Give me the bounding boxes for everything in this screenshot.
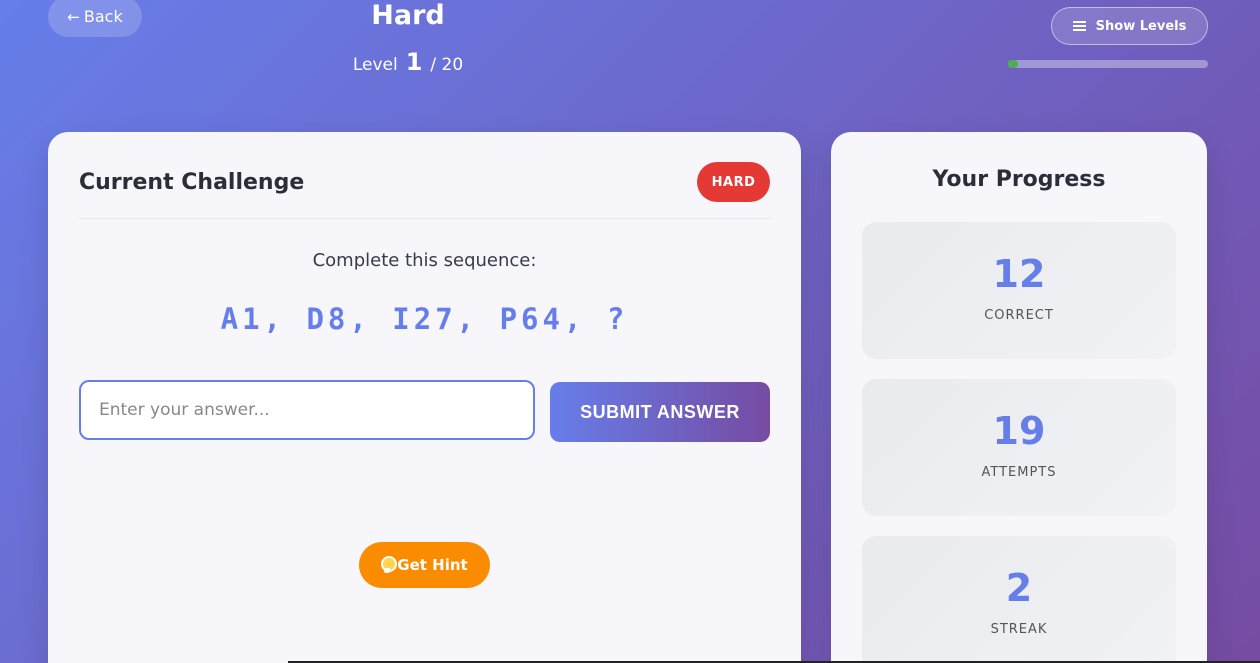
back-label: Back [83,7,123,26]
level-indicator: Level 1 / 20 [308,48,508,76]
list-icon [1072,21,1086,31]
stat-streak: 2 STREAK [862,536,1176,663]
answer-input[interactable] [79,380,535,440]
get-hint-button[interactable]: Get Hint [359,542,490,588]
level-header: Hard Level 1 / 20 [308,0,508,76]
stat-label: CORRECT [984,308,1054,323]
level-progress-bar [1008,60,1208,68]
progress-title: Your Progress [932,167,1106,192]
hint-label: Get Hint [397,556,468,574]
show-levels-button[interactable]: Show Levels [1051,7,1208,45]
difficulty-badge: HARD [697,162,770,202]
challenge-title: Current Challenge [79,170,305,195]
challenge-prompt: Complete this sequence: [312,250,537,271]
difficulty-title: Hard [371,0,445,31]
stat-value: 2 [1005,566,1033,610]
stat-label: STREAK [990,622,1048,637]
level-current: 1 [405,48,423,76]
stat-attempts: 19 ATTEMPTS [862,379,1176,516]
stat-value: 12 [992,252,1046,296]
stat-correct: 12 CORRECT [862,222,1176,359]
level-progress-fill [1008,60,1018,68]
back-button[interactable]: ← Back [48,0,142,37]
challenge-card: Current Challenge HARD Complete this seq… [48,132,801,663]
level-total: / 20 [430,55,464,75]
arrow-left-icon: ← [67,7,80,26]
stat-label: ATTEMPTS [981,465,1057,480]
lightbulb-icon [381,556,398,574]
show-levels-label: Show Levels [1095,18,1187,34]
sequence-text: A1, D8, I27, P64, ? [220,302,629,336]
stat-value: 19 [992,409,1046,453]
challenge-header: Current Challenge HARD [79,162,770,219]
progress-card: Your Progress 12 CORRECT 19 ATTEMPTS 2 S… [831,132,1207,663]
level-prefix: Level [352,55,398,75]
submit-answer-button[interactable]: SUBMIT ANSWER [550,382,770,442]
